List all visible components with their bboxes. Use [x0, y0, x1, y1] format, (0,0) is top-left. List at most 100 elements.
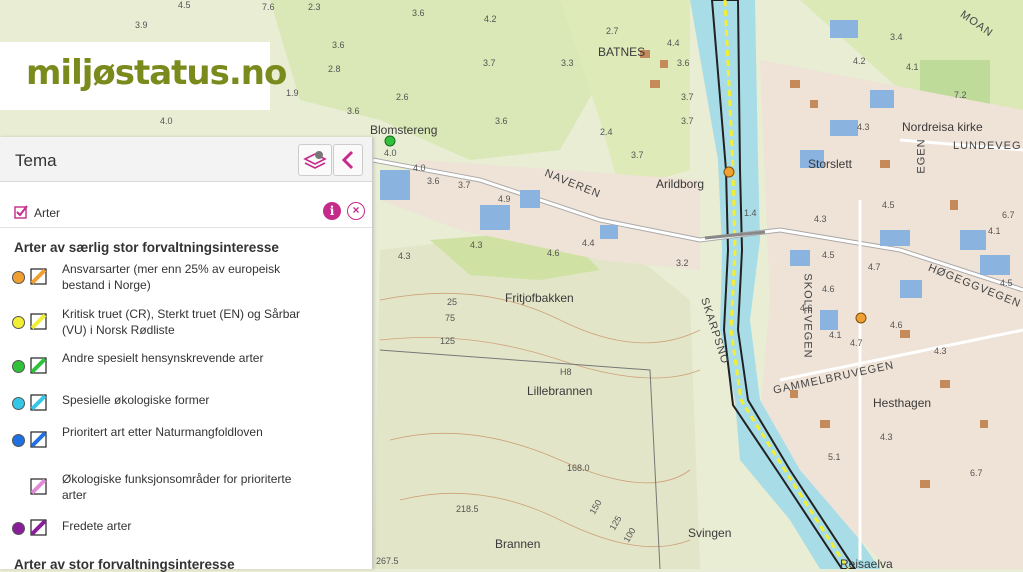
- map-elevation-label: 2.4: [600, 127, 613, 137]
- map-elevation-label: 4.2: [853, 56, 866, 66]
- map-elevation-label: 4.3: [398, 251, 411, 261]
- map-elevation-label: 4.0: [413, 163, 426, 173]
- legend-label: Fredete arter: [62, 519, 132, 533]
- map-elevation-label: 4.5: [822, 250, 835, 260]
- map-elevation-label: 3.6: [412, 8, 425, 18]
- map-label-place: Lillebrannen: [527, 384, 593, 398]
- map-elevation-label: 25: [447, 297, 458, 307]
- map-elevation-label: 3.7: [631, 150, 644, 160]
- legend-swatch: [30, 357, 47, 374]
- legend-label: Prioritert art etter Naturmangfoldloven: [62, 425, 263, 439]
- legend-dot: [12, 522, 25, 535]
- legend-label: Spesielle økologiske former: [62, 393, 210, 407]
- map-elevation-label: 6.7: [1002, 210, 1015, 220]
- map-label-place: Arildborg: [656, 177, 705, 191]
- close-icon[interactable]: ×: [347, 202, 365, 220]
- map-elevation-label: 168.0: [567, 463, 590, 473]
- site-logo[interactable]: miljøstatus.no: [26, 53, 287, 93]
- legend-section-title: Arter av særlig stor forvaltningsinteres…: [14, 240, 279, 255]
- map-elevation-label: 3.4: [890, 32, 903, 42]
- map-elevation-label: 75: [445, 313, 456, 323]
- chevron-left-icon: [341, 150, 354, 170]
- map-elevation-label: 3.3: [561, 58, 574, 68]
- map-elevation-label: 4.1: [906, 62, 919, 72]
- layer-name: Arter: [34, 206, 61, 220]
- map-label-place: Brannen: [495, 537, 541, 551]
- map-elevation-label: 4.6: [547, 248, 560, 258]
- map-elevation-label: 4.7: [850, 338, 863, 348]
- map-label-place: Hesthagen: [873, 396, 932, 410]
- layers-button[interactable]: [298, 144, 332, 176]
- map-elevation-label: 4.0: [160, 116, 173, 126]
- map-elevation-label: 7.6: [262, 2, 275, 12]
- legend-swatch: [30, 313, 47, 330]
- map-elevation-label: 4.3: [814, 214, 827, 224]
- map-label-place: Fritjofbakken: [505, 291, 574, 305]
- map-elevation-label: 4.5: [882, 200, 895, 210]
- map-elevation-label: 1.9: [286, 88, 299, 98]
- map-elevation-label: 5.1: [828, 452, 841, 462]
- map-elevation-label: 4.6: [822, 284, 835, 294]
- map-elevation-label: 4.5: [1000, 278, 1013, 288]
- map-elevation-label: 218.5: [456, 504, 479, 514]
- legend-swatch: [30, 268, 47, 285]
- map-elevation-label: 125: [440, 336, 456, 346]
- map-elevation-label: 3.7: [483, 58, 496, 68]
- map-elevation-label: 3.6: [347, 106, 360, 116]
- panel-header: Tema: [0, 137, 372, 182]
- theme-panel: Tema Arter i × Arter av særlig stor forv…: [0, 137, 373, 572]
- map-elevation-label: 4.4: [667, 38, 680, 48]
- map-elevation-label: 3.7: [681, 92, 694, 102]
- map-elevation-label: 4.3: [880, 432, 893, 442]
- map-elevation-label: 2.8: [328, 64, 341, 74]
- map-elevation-label: 3.7: [681, 116, 694, 126]
- legend-label: Andre spesielt hensynskrevende arter: [62, 351, 264, 365]
- map-elevation-label: 4.3: [934, 346, 947, 356]
- legend-label: Ansvarsarter (mer enn 25% av europeisk b…: [62, 262, 281, 292]
- map-elevation-label: 3.6: [427, 176, 440, 186]
- legend-dot: [12, 271, 25, 284]
- map-elevation-label: 3.2: [676, 258, 689, 268]
- map-label-street: EGEN: [915, 138, 928, 174]
- map-elevation-label: 4.2: [484, 14, 497, 24]
- layers-icon: [303, 151, 327, 169]
- legend-section-title: Arter av stor forvaltningsinteresse: [14, 557, 235, 572]
- map-elevation-label: 2.6: [396, 92, 409, 102]
- map-elevation-label: 4.1: [988, 226, 1001, 236]
- map-label-place: BATNES: [598, 45, 646, 59]
- info-icon[interactable]: i: [323, 202, 341, 220]
- map-elevation-label: 3.6: [677, 58, 690, 68]
- legend-dot: [12, 397, 25, 410]
- map-elevation-label: 1.4: [744, 208, 757, 218]
- collapse-panel-button[interactable]: [333, 144, 363, 176]
- legend-dot: [12, 360, 25, 373]
- map-label-place: Svingen: [688, 526, 732, 540]
- panel-title: Tema: [15, 151, 57, 170]
- map-elevation-label: 4.3: [857, 122, 870, 132]
- legend-label: Økologiske funksjonsområder for priorite…: [62, 472, 292, 502]
- map-elevation-label: 6.7: [970, 468, 983, 478]
- map-label-place: Blomstereng: [370, 123, 438, 137]
- map-elevation-label: 4.1: [829, 330, 842, 340]
- map-elevation-label: 4.6: [800, 303, 813, 313]
- legend-swatch: [30, 478, 47, 495]
- map-elevation-label: 4.0: [384, 148, 397, 158]
- legend-swatch: [30, 394, 47, 411]
- map-label-place: Nordreisa kirke: [902, 120, 983, 134]
- map-elevation-label: 4.9: [498, 194, 511, 204]
- map-elevation-label: 4.7: [868, 262, 881, 272]
- legend-label: Kritisk truet (CR), Sterkt truet (EN) og…: [62, 307, 301, 337]
- map-elevation-label: 3.6: [332, 40, 345, 50]
- map-elevation-label: 4.5: [178, 0, 191, 10]
- legend-swatch: [30, 431, 47, 448]
- map-elevation-label: 4.6: [890, 320, 903, 330]
- layer-checkbox[interactable]: [14, 205, 28, 219]
- map-label-street: SKOLEVEGEN: [801, 273, 814, 359]
- map-elevation-label: H8: [560, 367, 572, 377]
- map-elevation-label: 2.3: [308, 2, 321, 12]
- map-elevation-label: 3.6: [495, 116, 508, 126]
- map-elevation-label: 4.3: [470, 240, 483, 250]
- layer-row-arter: Arter i ×: [0, 197, 372, 228]
- map-elevation-label: 4.4: [582, 238, 595, 248]
- map-elevation-label: 3.7: [458, 180, 471, 190]
